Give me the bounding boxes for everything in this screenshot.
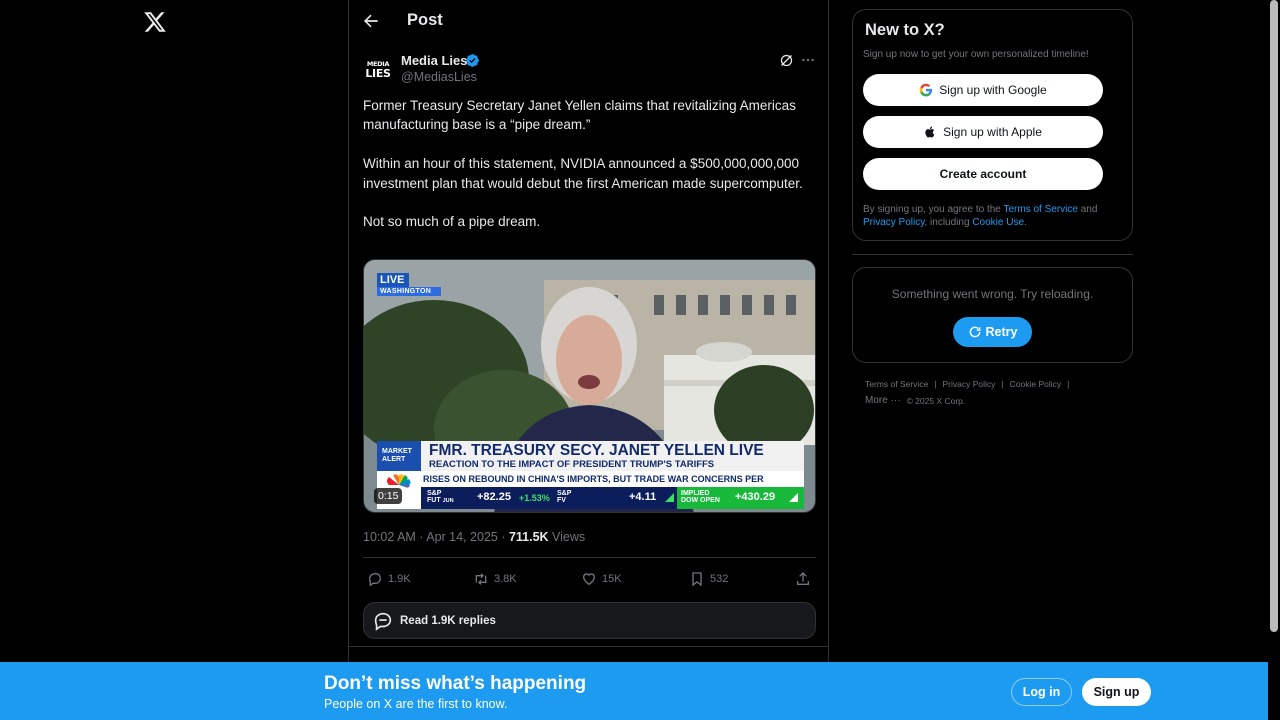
scrollbar[interactable] — [1268, 0, 1280, 720]
signup-google-label: Sign up with Google — [939, 83, 1047, 97]
x-logo-icon[interactable] — [143, 10, 169, 36]
avatar-text-bottom: LIES — [365, 66, 391, 80]
retry-button[interactable]: Retry — [953, 317, 1032, 347]
ticker-text: RISES ON REBOUND IN CHINA'S IMPORTS, BUT… — [423, 474, 764, 484]
post-video[interactable]: LIVE WASHINGTON MARKET ALERT FMR. TREASU… — [363, 259, 816, 513]
news-lower-third: MARKET ALERT FMR. TREASURY SECY. JANET Y… — [377, 441, 804, 509]
error-card: Something went wrong. Try reloading. Ret… — [852, 267, 1133, 363]
grok-icon[interactable] — [779, 53, 794, 68]
avatar[interactable]: MEDIA LIES — [363, 54, 393, 84]
more-options-icon[interactable] — [800, 52, 816, 68]
up-triangle-icon — [665, 493, 674, 502]
signup-title: New to X? — [865, 21, 945, 39]
footer-more-link[interactable]: More ··· — [865, 395, 901, 406]
divider — [349, 646, 829, 647]
create-account-label: Create account — [939, 167, 1027, 181]
like-count: 15K — [602, 573, 622, 585]
implied-dow-box: IMPLIED DOW OPEN +430.29 — [677, 487, 804, 509]
arrow-left-icon[interactable] — [361, 11, 381, 31]
footer-terms-link[interactable]: Terms of Service — [865, 379, 928, 389]
error-message: Something went wrong. Try reloading. — [891, 287, 1094, 301]
cookie-use-link[interactable]: Cookie Use — [972, 217, 1024, 228]
signup-button[interactable]: Sign up — [1082, 678, 1151, 706]
stock-ticker: S&P FUT JUN +82.25 +1.53% S&P FV +4.11 IMP… — [421, 487, 804, 509]
share-icon — [795, 571, 811, 587]
post-timestamp: 10:02 AM · Apr 14, 2025 · 711.5K Views — [363, 530, 585, 544]
stock1-label-3: JUN — [442, 498, 454, 504]
post-header: Post — [349, 0, 829, 42]
headline-box: FMR. TREASURY SECY. JANET YELLEN LIVE RE… — [421, 441, 804, 471]
live-location: WASHINGTON — [377, 287, 441, 296]
terms-link[interactable]: Terms of Service — [1003, 204, 1077, 215]
signup-card: New to X? Sign up now to get your own pe… — [852, 9, 1133, 241]
stock1-label-2: FUT — [427, 497, 441, 504]
author-handle[interactable]: @MediasLies — [401, 70, 477, 84]
live-badge: LIVE WASHINGTON — [377, 273, 441, 296]
news-subhead: REACTION TO THE IMPACT OF PRESIDENT TRUM… — [429, 459, 715, 470]
divider — [852, 254, 1133, 255]
read-replies-button[interactable]: Read 1.9K replies — [363, 602, 816, 639]
banner-title: Don’t miss what’s happening — [324, 673, 587, 694]
bookmark-count: 532 — [710, 573, 729, 585]
reply-count: 1.9K — [388, 573, 411, 585]
views-label: Views — [548, 530, 586, 544]
heart-icon — [581, 571, 597, 587]
like-button[interactable]: 15K — [581, 570, 622, 588]
bottom-signup-banner: Don’t miss what’s happening People on X … — [0, 662, 1268, 720]
stock1-label-1: S&P — [427, 490, 442, 497]
views-count: 711.5K — [508, 530, 549, 544]
stock3-label-1: IMPLIED — [681, 490, 710, 497]
stock3-change: +430.29 — [735, 491, 776, 503]
reply-bubbles-icon — [372, 610, 394, 632]
footer-privacy-link[interactable]: Privacy Policy — [943, 379, 996, 389]
share-button[interactable] — [795, 570, 811, 588]
banner-subtitle: People on X are the first to know. — [324, 697, 508, 711]
live-label: LIVE — [377, 273, 409, 287]
signup-apple-label: Sign up with Apple — [943, 125, 1042, 139]
repost-count: 3.8K — [494, 573, 517, 585]
repost-icon — [473, 571, 489, 587]
bookmark-button[interactable]: 532 — [689, 570, 728, 588]
up-triangle-icon — [789, 493, 798, 502]
apple-icon — [924, 125, 937, 139]
page-title: Post — [407, 11, 443, 29]
timestamp-text[interactable]: 10:02 AM · Apr 14, 2025 · — [363, 530, 509, 544]
stock1-change: +82.25 — [477, 491, 511, 503]
video-time: 0:15 — [374, 488, 403, 504]
login-button[interactable]: Log in — [1011, 678, 1072, 706]
verified-badge-icon — [465, 53, 480, 68]
stock2-label-1: S&P — [557, 490, 572, 497]
google-icon — [919, 83, 933, 97]
stock1-pct: +1.53% — [519, 493, 550, 503]
bookmark-icon — [689, 571, 705, 587]
alert-label-2: ALERT — [382, 456, 406, 463]
retry-label: Retry — [985, 325, 1018, 339]
news-ticker: RISES ON REBOUND IN CHINA'S IMPORTS, BUT… — [377, 471, 804, 487]
signup-apple-button[interactable]: Sign up with Apple — [863, 116, 1103, 148]
signup-google-button[interactable]: Sign up with Google — [863, 74, 1103, 106]
main-column: Post MEDIA LIES Media Lies @MediasLies F… — [348, 0, 829, 720]
reply-button[interactable]: 1.9K — [367, 570, 411, 588]
signup-subtitle: Sign up now to get your own personalized… — [863, 49, 1089, 60]
repost-button[interactable]: 3.8K — [473, 570, 517, 588]
author-name[interactable]: Media Lies — [401, 53, 467, 68]
news-headline: FMR. TREASURY SECY. JANET YELLEN LIVE — [429, 442, 764, 459]
alert-label-1: MARKET — [382, 448, 412, 455]
signup-terms: By signing up, you agree to the Terms of… — [863, 204, 1098, 228]
scrollbar-thumb[interactable] — [1270, 0, 1278, 632]
stock2-change: +4.11 — [629, 491, 657, 503]
refresh-icon — [968, 325, 982, 339]
footer-links: Terms of Service | Privacy Policy | Cookie… — [865, 379, 1070, 406]
read-replies-label: Read 1.9K replies — [400, 614, 496, 627]
footer-cookie-link[interactable]: Cookie Policy — [1010, 379, 1062, 389]
divider — [363, 557, 816, 558]
footer-copyright: © 2025 X Corp. — [906, 395, 966, 406]
stock2-label-2: FV — [557, 497, 566, 504]
market-alert-box: MARKET ALERT — [377, 441, 421, 471]
create-account-button[interactable]: Create account — [863, 158, 1103, 190]
privacy-link[interactable]: Privacy Policy — [863, 217, 925, 228]
post-text: Former Treasury Secretary Janet Yellen c… — [363, 98, 803, 230]
reply-icon — [367, 571, 383, 587]
stock3-label-2: DOW OPEN — [681, 497, 720, 504]
